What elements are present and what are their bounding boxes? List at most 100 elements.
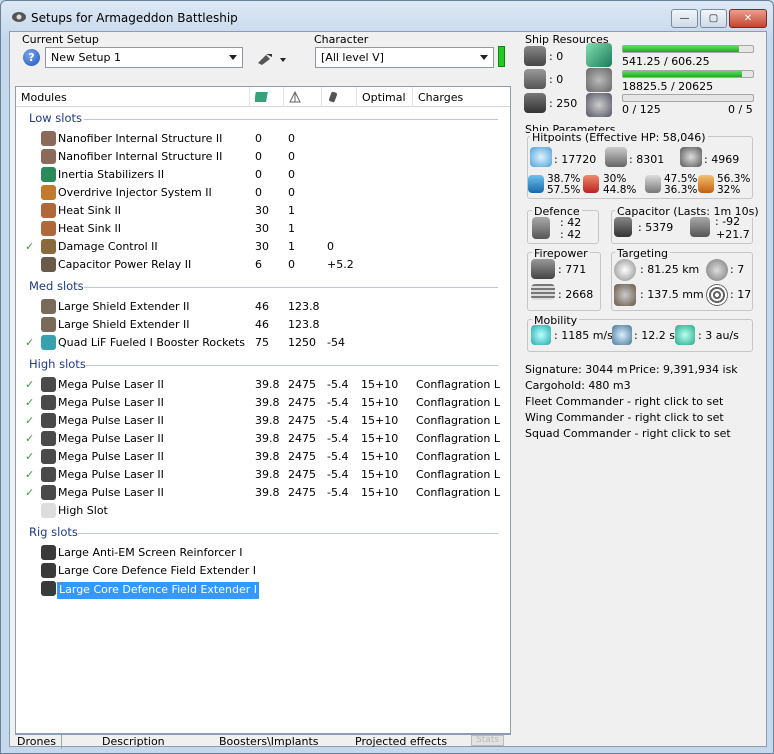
online-check-icon[interactable]: ✓ xyxy=(25,414,34,427)
window-title: Setups for Armageddon Battleship xyxy=(31,11,238,25)
character-select[interactable]: [All level V] xyxy=(315,47,494,68)
volley-icon xyxy=(531,284,555,300)
column-cpu[interactable] xyxy=(250,87,284,107)
signature-radius: Signature: 3044 m xyxy=(525,363,628,376)
module-icon xyxy=(41,317,56,332)
high-slot-row[interactable]: ✓ Mega Pulse Laser II 39.8 2475 -5.4 15+10 Con… xyxy=(16,448,510,466)
fleet-commander[interactable]: Fleet Commander - right click to set xyxy=(525,395,723,408)
high-slot-row[interactable]: ✓ Mega Pulse Laser II 39.8 2475 -5.4 15+10 Con… xyxy=(16,430,510,448)
tab-drones[interactable]: Drones xyxy=(17,735,56,748)
align-time-icon xyxy=(612,325,632,345)
high-slot-row[interactable]: ✓ Mega Pulse Laser II 39.8 2475 -5.4 15+10 Con… xyxy=(16,394,510,412)
tab-projected-effects[interactable]: Projected effects xyxy=(355,735,447,748)
rig-slot-row[interactable]: Large Core Defence Field Extender I xyxy=(16,562,510,580)
sensor-strength-icon xyxy=(706,284,728,306)
module-charges: Conflagration L xyxy=(416,396,500,409)
module-icon xyxy=(41,431,56,446)
column-modules[interactable]: Modules xyxy=(16,87,250,107)
column-powergrid[interactable] xyxy=(284,87,322,107)
med-slot-row[interactable]: ✓ Quad LiF Fueled I Booster Rockets 75 1250… xyxy=(16,334,510,352)
low-slot-row[interactable]: Capacitor Power Relay II 6 0 +5.2 xyxy=(16,256,510,274)
module-capacitor: -5.4 xyxy=(327,396,349,409)
column-optimal[interactable]: Optimal xyxy=(357,87,413,107)
online-check-icon[interactable]: ✓ xyxy=(25,378,34,391)
column-capacitor[interactable] xyxy=(322,87,357,107)
kinetic-resist-icon xyxy=(645,175,661,193)
dps-icon xyxy=(531,259,555,279)
modules-column-header: Modules Optimal Charges xyxy=(16,87,510,107)
online-check-icon[interactable]: ✓ xyxy=(25,450,34,463)
module-powergrid: 0 xyxy=(288,186,295,199)
close-button[interactable]: ✕ xyxy=(729,9,767,28)
module-capacitor: -5.4 xyxy=(327,486,349,499)
online-check-icon[interactable]: ✓ xyxy=(25,396,34,409)
maximize-button[interactable]: ▢ xyxy=(700,9,727,28)
module-optimal: 15+10 xyxy=(361,414,399,427)
high-slot-row[interactable]: ✓ Mega Pulse Laser II 39.8 2475 -5.4 15+10 Con… xyxy=(16,466,510,484)
stats-panel: Ship Resources : 0 : 0 : 250 541.25 / 60… xyxy=(522,32,766,748)
help-icon[interactable]: ? xyxy=(23,49,40,66)
online-check-icon[interactable]: ✓ xyxy=(25,432,34,445)
hitpoints-title: Hitpoints (Effective HP: 58,046) xyxy=(530,131,708,144)
module-powergrid: 123.8 xyxy=(288,300,320,313)
med-slot-row[interactable]: Large Shield Extender II 46 123.8 xyxy=(16,298,510,316)
module-cpu: 39.8 xyxy=(255,396,280,409)
module-cpu: 39.8 xyxy=(255,468,280,481)
capacitor-icon xyxy=(329,91,337,103)
tab-description[interactable]: Description xyxy=(102,735,165,748)
setup-select[interactable]: New Setup 1 xyxy=(45,47,243,68)
online-check-icon[interactable]: ✓ xyxy=(25,240,34,253)
powergrid-icon xyxy=(289,90,301,103)
high-slot-row[interactable]: High Slot xyxy=(16,502,510,520)
setup-tools-icon[interactable] xyxy=(256,51,290,67)
module-icon xyxy=(41,581,56,596)
module-charges: Conflagration L xyxy=(416,468,500,481)
module-charges: Conflagration L xyxy=(416,414,500,427)
tab-boosters-implants[interactable]: Boosters\Implants xyxy=(219,735,319,748)
low-slot-row[interactable]: Heat Sink II 30 1 xyxy=(16,202,510,220)
online-check-icon[interactable]: ✓ xyxy=(25,468,34,481)
module-charges: Conflagration L xyxy=(416,432,500,445)
squad-commander[interactable]: Squad Commander - right click to set xyxy=(525,427,731,440)
low-slot-row[interactable]: ✓ Damage Control II 30 1 0 xyxy=(16,238,510,256)
module-charges: Conflagration L xyxy=(416,378,500,391)
launcher-hardpoints: : 0 xyxy=(549,73,564,86)
character-select-value: [All level V] xyxy=(321,51,384,64)
module-icon xyxy=(41,131,56,146)
low-slot-row[interactable]: Nanofiber Internal Structure II 0 0 xyxy=(16,130,510,148)
powergrid-bar xyxy=(622,70,754,78)
module-name: High Slot xyxy=(58,504,108,517)
module-optimal: 15+10 xyxy=(361,378,399,391)
rig-slot-row[interactable]: Large Core Defence Field Extender I xyxy=(16,580,510,599)
low-slot-row[interactable]: Nanofiber Internal Structure II 0 0 xyxy=(16,148,510,166)
module-icon xyxy=(41,413,56,428)
module-icon xyxy=(41,377,56,392)
rig-slot-row[interactable]: Large Anti-EM Screen Reinforcer I xyxy=(16,544,510,562)
med-slot-row[interactable]: Large Shield Extender II 46 123.8 xyxy=(16,316,510,334)
section-low: Low slots xyxy=(29,111,83,125)
module-cpu: 39.8 xyxy=(255,378,280,391)
high-slot-row[interactable]: ✓ Mega Pulse Laser II 39.8 2475 -5.4 15+10 Con… xyxy=(16,376,510,394)
ship-price: Price: 9,391,934 isk xyxy=(629,363,738,376)
online-check-icon[interactable]: ✓ xyxy=(25,486,34,499)
high-slot-row[interactable]: ✓ Mega Pulse Laser II 39.8 2475 -5.4 15+10 Con… xyxy=(16,412,510,430)
em-resist-armor: 57.5% xyxy=(547,184,581,196)
tab-stats[interactable]: Stats xyxy=(471,735,504,746)
app-window: Setups for Armageddon Battleship — ▢ ✕ C… xyxy=(0,0,774,754)
module-powergrid: 2475 xyxy=(288,396,316,409)
em-resist-icon xyxy=(528,175,544,193)
module-icon xyxy=(41,563,56,578)
minimize-button[interactable]: — xyxy=(671,9,698,28)
explosive-resist-armor: 32% xyxy=(717,184,741,196)
online-check-icon[interactable]: ✓ xyxy=(25,336,34,349)
low-slot-row[interactable]: Inertia Stabilizers II 0 0 xyxy=(16,166,510,184)
low-slot-row[interactable]: Heat Sink II 30 1 xyxy=(16,220,510,238)
module-powergrid: 2475 xyxy=(288,468,316,481)
low-slot-row[interactable]: Overdrive Injector System II 0 0 xyxy=(16,184,510,202)
module-icon xyxy=(41,299,56,314)
capacitor-amount-icon xyxy=(614,217,632,237)
high-slot-row[interactable]: ✓ Mega Pulse Laser II 39.8 2475 -5.4 15+10 Con… xyxy=(16,484,510,502)
column-charges[interactable]: Charges xyxy=(413,87,510,107)
calibration-value: : 250 xyxy=(549,97,578,110)
wing-commander[interactable]: Wing Commander - right click to set xyxy=(525,411,724,424)
